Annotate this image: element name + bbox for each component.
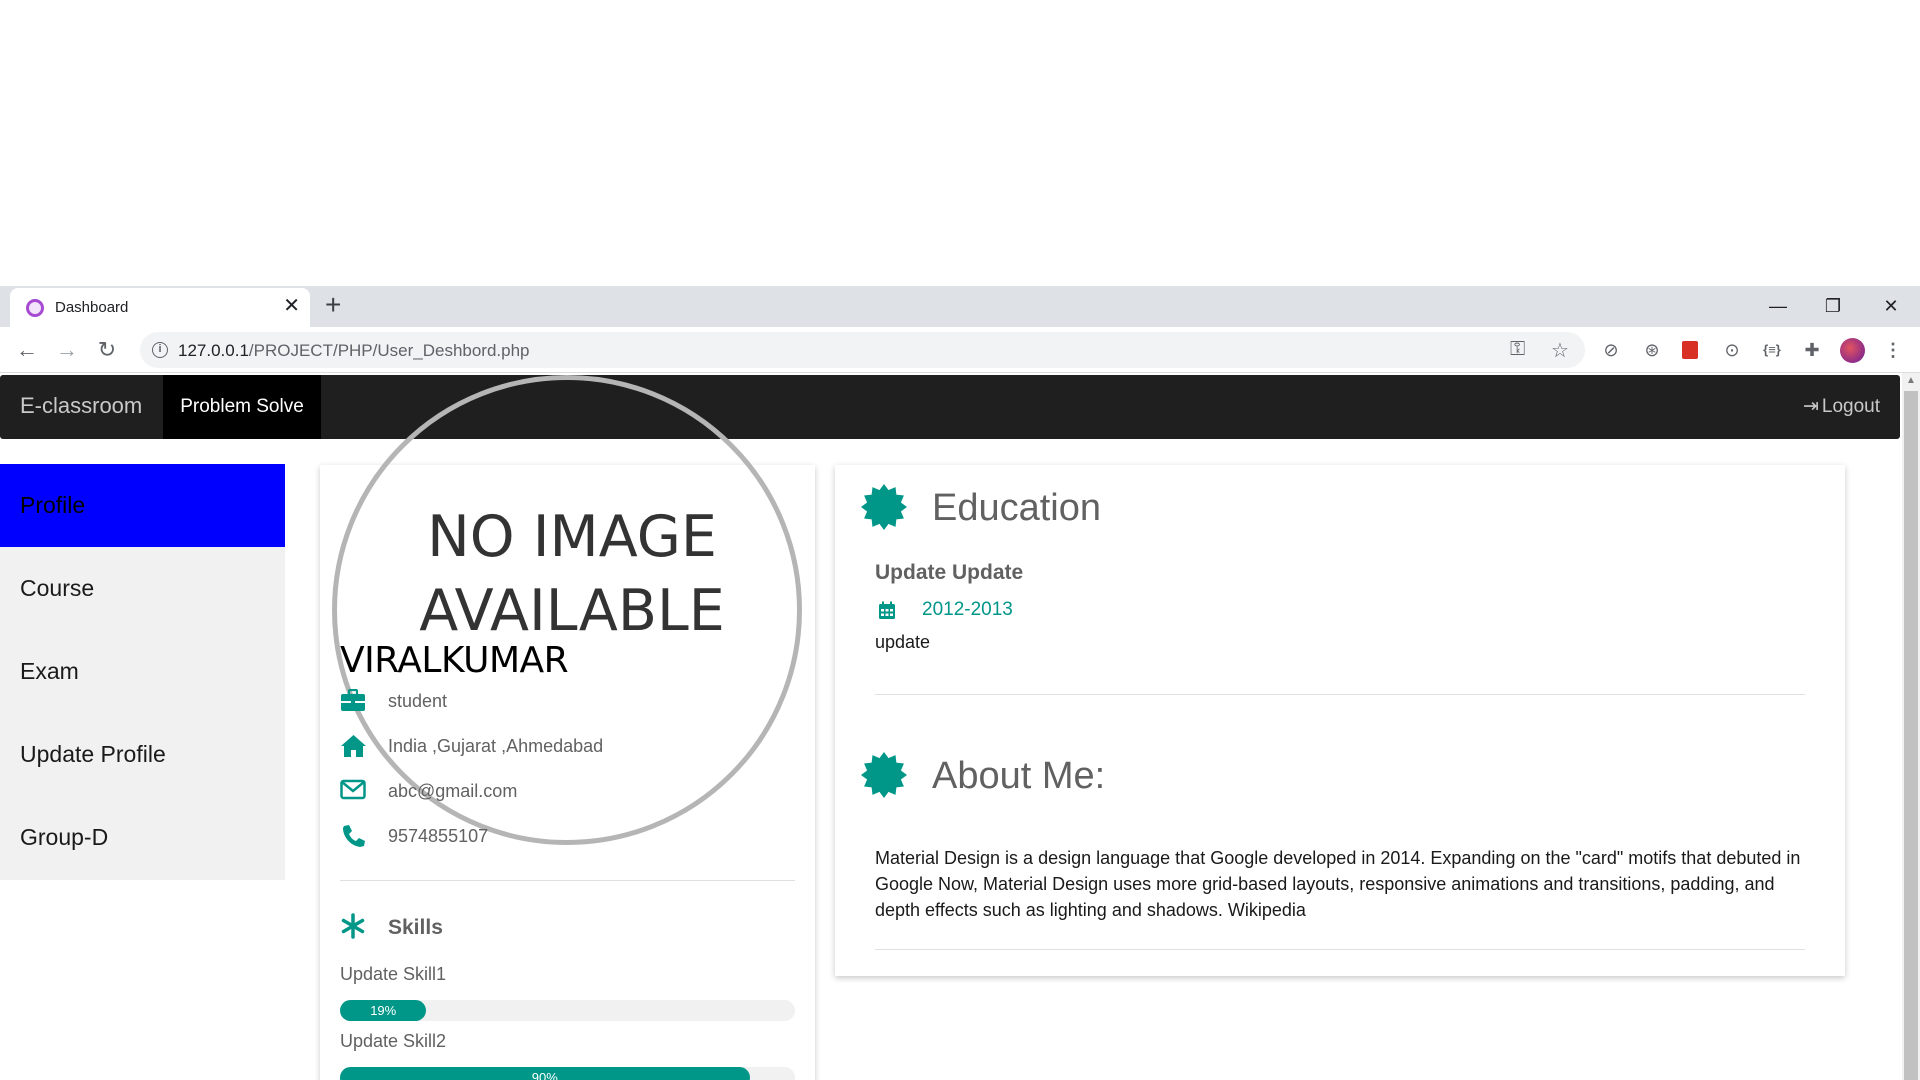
page-scrollbar[interactable]: ▲ [1902,373,1920,1080]
education-degree: Update Update [875,561,1024,584]
key-icon[interactable]: ⚿ [1510,338,1525,361]
skill-label: Update Skill2 [340,1031,447,1051]
skill-progress-bar: 19% [340,1000,795,1021]
education-heading: Education [860,483,1460,533]
circle-extension-icon[interactable]: ⊙ [1722,340,1742,360]
sign-out-icon: ⇥ [1802,396,1819,417]
education-description: update [875,632,931,652]
phone-text: 9574855107 [388,826,489,846]
tab-title: Dashboard [55,299,129,316]
url-path: /PROJECT/PHP/User_Deshbord.php [248,341,530,360]
about-title: About Me: [932,755,1106,797]
tab-favicon-icon [26,299,44,317]
skills-heading: Skills [340,913,640,943]
browser-tab-strip: Dashboard ✕ + — ❐ ✕ [0,286,1920,327]
skill-progress-bar: 90% [340,1067,795,1080]
asterisk-icon [341,913,365,939]
education-years: 2012-2013 [922,599,1013,620]
about-text: Material Design is a design language tha… [875,848,1801,920]
education-card: Education Update Update 2012-2013 update… [835,465,1845,976]
education-date: 2012-2013 [875,598,1175,624]
browser-toolbar: ← → ↻ i 127.0.0.1/PROJECT/PHP/User_Deshb… [0,327,1920,373]
certificate-icon [861,752,907,798]
forward-arrow-icon[interactable]: → [53,336,81,364]
email-row: abc@gmail.com [340,777,800,807]
url-host: 127.0.0.1 [178,341,249,360]
minimize-button[interactable]: — [1755,288,1801,324]
no-image-line1: NO IMAGE [427,504,717,570]
education-title: Education [932,487,1102,529]
certificate-icon [861,484,907,530]
about-heading: About Me: [860,751,1460,801]
skill-progress-fill: 19% [340,1000,427,1021]
address-bar[interactable]: i 127.0.0.1/PROJECT/PHP/User_Deshbord.ph… [140,332,1585,368]
profile-card: NO IMAGE AVAILABLE VIRALKUMAR student In… [320,375,815,1080]
restore-button[interactable]: ❐ [1810,288,1856,324]
logout-label: Logout [1821,396,1880,417]
block-extension-icon[interactable]: ⊘ [1601,340,1621,360]
sidebar: Profile Course Exam Update Profile Group… [0,464,285,880]
brand-link[interactable]: E-classroom [20,393,142,419]
sidebar-item-group-d[interactable]: Group-D [0,796,285,879]
nav-problem-solve[interactable]: Problem Solve [163,375,321,439]
reload-icon[interactable]: ↻ [93,336,121,364]
new-tab-button[interactable]: + [325,290,341,320]
skill-progress-fill: 90% [340,1067,750,1080]
sidebar-item-exam[interactable]: Exam [0,630,285,713]
scrollbar-thumb[interactable] [1904,391,1918,1080]
json-extension-icon[interactable]: {≡} [1762,340,1782,360]
window-close-button[interactable]: ✕ [1868,288,1914,324]
phone-row: 9574855107 [340,822,800,852]
briefcase-icon [341,689,365,711]
top-navbar: E-classroom Problem Solve ⇥ Logout [0,375,1900,439]
back-arrow-icon[interactable]: ← [13,336,41,364]
browser-tab[interactable]: Dashboard ✕ [10,288,310,327]
sidebar-item-update-profile[interactable]: Update Profile [0,713,285,796]
phone-icon [343,825,365,847]
menu-dots-icon[interactable]: ⋮ [1883,340,1903,360]
home-icon [341,735,366,757]
skill-label: Update Skill1 [340,964,447,984]
calendar-icon [879,601,895,619]
tab-close-icon[interactable]: ✕ [283,296,300,316]
envelope-icon [340,779,366,800]
email-text: abc@gmail.com [388,781,518,801]
scroll-up-arrow-icon[interactable]: ▲ [1906,375,1916,386]
sidebar-item-profile[interactable]: Profile [0,464,285,547]
bookmark-star-icon[interactable]: ☆ [1551,338,1569,363]
role-row: student [340,687,800,717]
location-text: India ,Gujarat ,Ahmedabad [388,736,604,756]
site-info-icon[interactable]: i [152,342,168,358]
url-text: 127.0.0.1/PROJECT/PHP/User_Deshbord.php [178,341,530,361]
profile-avatar[interactable] [1840,338,1865,363]
red-extension-icon[interactable] [1682,341,1698,359]
profile-image: NO IMAGE AVAILABLE [332,375,802,845]
user-name: VIRALKUMAR [340,640,569,681]
skills-title: Skills [388,916,443,939]
about-divider [875,949,1805,950]
puzzle-icon[interactable]: ✚ [1802,340,1822,360]
role-text: student [388,691,448,711]
profile-divider [340,880,795,881]
no-image-line2: AVAILABLE [419,578,725,644]
page: E-classroom Problem Solve ⇥ Logout Profil… [0,373,1920,1080]
sidebar-item-course[interactable]: Course [0,547,285,630]
location-row: India ,Gujarat ,Ahmedabad [340,732,800,762]
extension-icon[interactable]: ⊛ [1642,340,1662,360]
logout-link[interactable]: ⇥ Logout [1803,395,1880,418]
education-divider [875,694,1805,695]
